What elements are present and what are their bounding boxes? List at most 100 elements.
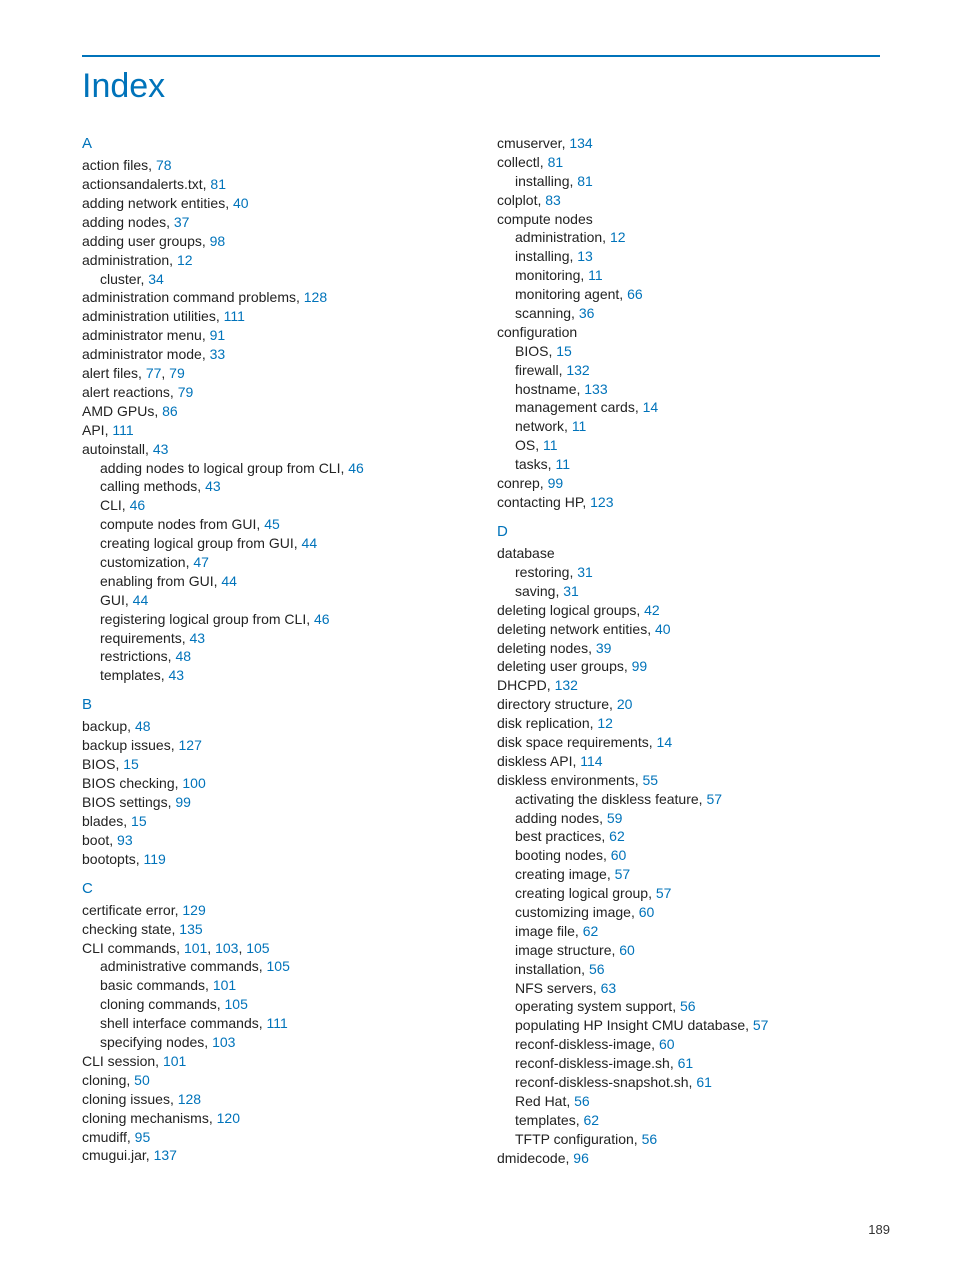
- page-link[interactable]: 59: [607, 810, 623, 826]
- page-link[interactable]: 55: [643, 772, 659, 788]
- page-link[interactable]: 133: [584, 381, 607, 397]
- page-link[interactable]: 57: [753, 1017, 769, 1033]
- page-link[interactable]: 42: [644, 602, 660, 618]
- page-link[interactable]: 62: [583, 923, 599, 939]
- page-link[interactable]: 81: [577, 173, 593, 189]
- page-link[interactable]: 15: [556, 343, 572, 359]
- page-link[interactable]: 86: [162, 403, 178, 419]
- page-link[interactable]: 11: [555, 456, 570, 472]
- page-link[interactable]: 60: [659, 1036, 675, 1052]
- page-link[interactable]: 123: [590, 494, 613, 510]
- page-link[interactable]: 40: [233, 195, 249, 211]
- page-link[interactable]: 119: [144, 851, 166, 867]
- page-link[interactable]: 48: [135, 718, 151, 734]
- page-link[interactable]: 47: [193, 554, 209, 570]
- page-link[interactable]: 93: [117, 832, 133, 848]
- page-link[interactable]: 120: [217, 1110, 240, 1126]
- page-link[interactable]: 101: [184, 940, 207, 956]
- page-link[interactable]: 56: [642, 1131, 658, 1147]
- page-link[interactable]: 105: [246, 940, 269, 956]
- page-link[interactable]: 57: [656, 885, 672, 901]
- page-link[interactable]: 33: [210, 346, 226, 362]
- page-link[interactable]: 44: [302, 535, 318, 551]
- page-link[interactable]: 43: [189, 630, 205, 646]
- page-link[interactable]: 43: [153, 441, 169, 457]
- page-link[interactable]: 57: [706, 791, 722, 807]
- page-link[interactable]: 14: [643, 399, 659, 415]
- page-link[interactable]: 63: [601, 980, 617, 996]
- page-link[interactable]: 61: [696, 1074, 712, 1090]
- page-link[interactable]: 101: [213, 977, 236, 993]
- page-link[interactable]: 50: [134, 1072, 150, 1088]
- page-link[interactable]: 40: [655, 621, 671, 637]
- page-link[interactable]: 134: [569, 135, 592, 151]
- page-link[interactable]: 56: [589, 961, 605, 977]
- page-link[interactable]: 31: [577, 564, 593, 580]
- page-link[interactable]: 103: [212, 1034, 235, 1050]
- page-link[interactable]: 31: [563, 583, 579, 599]
- page-link[interactable]: 111: [112, 422, 133, 438]
- page-link[interactable]: 132: [566, 362, 589, 378]
- page-link[interactable]: 111: [224, 308, 245, 324]
- page-link[interactable]: 66: [627, 286, 643, 302]
- page-link[interactable]: 14: [657, 734, 673, 750]
- page-link[interactable]: 128: [304, 289, 327, 305]
- page-link[interactable]: 44: [221, 573, 237, 589]
- page-link[interactable]: 60: [619, 942, 635, 958]
- page-link[interactable]: 46: [314, 611, 330, 627]
- page-link[interactable]: 20: [617, 696, 633, 712]
- page-link[interactable]: 127: [179, 737, 202, 753]
- page-link[interactable]: 12: [177, 252, 193, 268]
- page-link[interactable]: 39: [596, 640, 612, 656]
- page-link[interactable]: 43: [168, 667, 184, 683]
- page-link[interactable]: 11: [588, 267, 603, 283]
- page-link[interactable]: 135: [179, 921, 202, 937]
- page-link[interactable]: 57: [615, 866, 631, 882]
- page-link[interactable]: 81: [210, 176, 226, 192]
- page-link[interactable]: 12: [597, 715, 613, 731]
- page-link[interactable]: 137: [154, 1147, 177, 1163]
- page-link[interactable]: 78: [156, 157, 172, 173]
- page-link[interactable]: 128: [178, 1091, 201, 1107]
- page-link[interactable]: 129: [182, 902, 205, 918]
- page-link[interactable]: 83: [545, 192, 561, 208]
- page-link[interactable]: 111: [267, 1015, 288, 1031]
- page-link[interactable]: 46: [130, 497, 146, 513]
- page-link[interactable]: 12: [610, 229, 626, 245]
- page-link[interactable]: 62: [583, 1112, 599, 1128]
- page-link[interactable]: 98: [210, 233, 226, 249]
- page-link[interactable]: 99: [632, 658, 648, 674]
- page-link[interactable]: 103: [215, 940, 238, 956]
- page-link[interactable]: 15: [131, 813, 147, 829]
- page-link[interactable]: 36: [579, 305, 595, 321]
- page-link[interactable]: 43: [205, 478, 221, 494]
- page-link[interactable]: 91: [210, 327, 226, 343]
- page-link[interactable]: 11: [543, 437, 558, 453]
- page-link[interactable]: 95: [135, 1129, 151, 1145]
- page-link[interactable]: 105: [267, 958, 290, 974]
- page-link[interactable]: 105: [225, 996, 248, 1012]
- page-link[interactable]: 60: [611, 847, 627, 863]
- page-link[interactable]: 60: [639, 904, 655, 920]
- page-link[interactable]: 46: [348, 460, 364, 476]
- page-link[interactable]: 114: [580, 753, 602, 769]
- page-link[interactable]: 45: [264, 516, 280, 532]
- page-link[interactable]: 13: [577, 248, 593, 264]
- page-link[interactable]: 62: [609, 828, 625, 844]
- page-link[interactable]: 44: [133, 592, 149, 608]
- page-link[interactable]: 81: [548, 154, 564, 170]
- page-link[interactable]: 37: [174, 214, 190, 230]
- page-link[interactable]: 96: [573, 1150, 589, 1166]
- page-link[interactable]: 11: [572, 418, 587, 434]
- page-link[interactable]: 48: [175, 648, 191, 664]
- page-link[interactable]: 79: [178, 384, 194, 400]
- page-link[interactable]: 100: [182, 775, 205, 791]
- page-link[interactable]: 34: [148, 271, 164, 287]
- page-link[interactable]: 56: [574, 1093, 590, 1109]
- page-link[interactable]: 99: [548, 475, 564, 491]
- page-link[interactable]: 79: [169, 365, 185, 381]
- page-link[interactable]: 15: [123, 756, 139, 772]
- page-link[interactable]: 101: [163, 1053, 186, 1069]
- page-link[interactable]: 132: [555, 677, 578, 693]
- page-link[interactable]: 56: [680, 998, 696, 1014]
